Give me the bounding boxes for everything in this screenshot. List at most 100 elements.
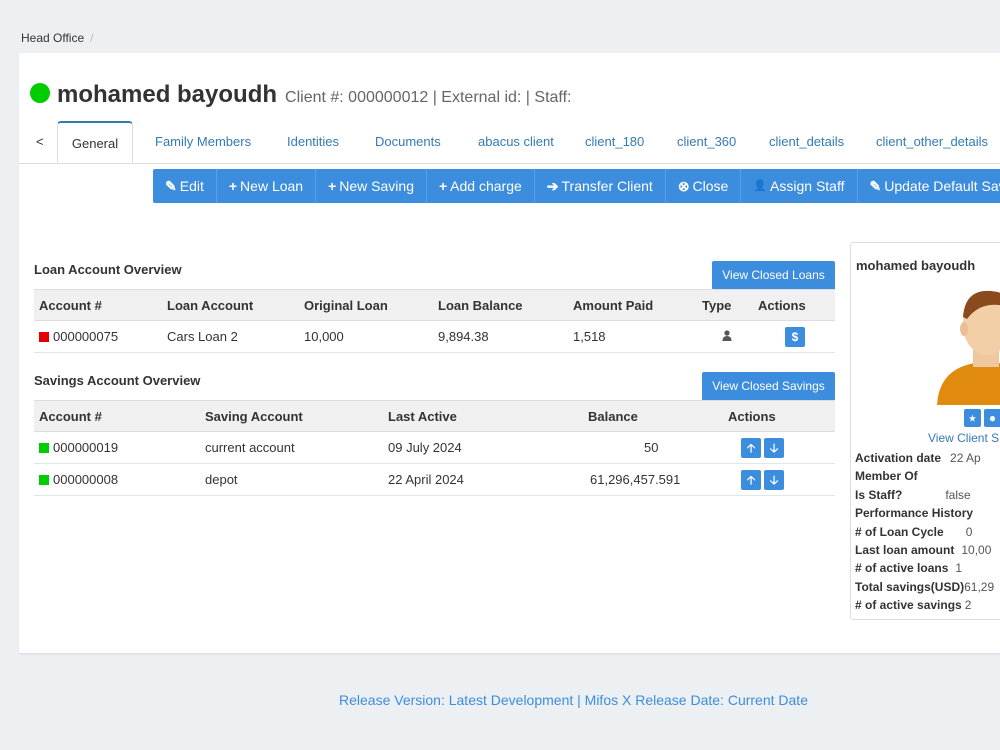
col-account: Account # <box>34 400 205 432</box>
savings-product: depot <box>205 463 388 496</box>
edit-icon: ✎ <box>165 178 177 194</box>
col-saving-account: Saving Account <box>205 400 388 432</box>
col-actions: Actions <box>758 289 835 321</box>
withdraw-button[interactable]: 🡣 <box>764 437 784 458</box>
table-row[interactable]: 000000075 Cars Loan 2 10,000 9,894.38 1,… <box>34 320 835 353</box>
transfer-client-button[interactable]: ➔ Transfer Client <box>535 169 666 203</box>
new-saving-label: New Saving <box>339 178 414 194</box>
add-charge-button[interactable]: + Add charge <box>427 169 535 203</box>
detail-label: Last loan amount <box>855 543 955 557</box>
arrow-up-icon: 🡡 <box>746 472 756 487</box>
new-saving-button[interactable]: + New Saving <box>316 169 427 203</box>
loan-status-square <box>39 332 49 342</box>
plus-icon: + <box>228 178 238 194</box>
edit-label: Edit <box>179 178 204 194</box>
tab-bar: < General Family Members Identities Docu… <box>19 121 1000 164</box>
loan-overview-title: Loan Account Overview <box>34 262 182 277</box>
tab-client-other-details[interactable]: client_other_details <box>876 121 988 163</box>
loan-type-cell <box>702 320 758 353</box>
total-savings-row: Total savings(USD)61,29 <box>855 580 994 594</box>
view-closed-savings-button[interactable]: View Closed Savings <box>702 372 835 401</box>
tab-documents[interactable]: Documents <box>375 121 441 163</box>
tab-client-details[interactable]: client_details <box>769 121 844 163</box>
withdraw-button[interactable]: 🡣 <box>764 469 784 490</box>
tab-abacus-client[interactable]: abacus client <box>478 121 554 163</box>
upload-photo-button[interactable]: ⭑ <box>964 409 981 427</box>
deposit-button[interactable]: 🡡 <box>741 437 761 458</box>
detail-label: Activation date <box>855 451 942 465</box>
savings-balance: 61,296,457.591 <box>588 463 728 496</box>
table-row[interactable]: 000000019 current account 09 July 2024 5… <box>34 431 835 464</box>
detail-value: 61,29 <box>964 580 995 594</box>
avatar-actions: ⭑ ● <box>964 409 1000 427</box>
col-amount-paid: Amount Paid <box>573 289 702 321</box>
update-default-saving-label: Update Default Saving <box>884 178 1000 194</box>
savings-last-active: 09 July 2024 <box>388 431 588 464</box>
detail-label: # of active loans <box>855 561 949 575</box>
col-account: Account # <box>34 289 167 321</box>
side-client-name: mohamed bayoudh <box>856 258 976 273</box>
savings-table-header: Account # Saving Account Last Active Bal… <box>34 400 835 432</box>
detail-label: Member Of <box>855 469 918 483</box>
edit-button[interactable]: ✎ Edit <box>153 169 217 203</box>
new-loan-button[interactable]: + New Loan <box>217 169 317 203</box>
add-charge-label: Add charge <box>450 178 522 194</box>
view-closed-loans-button[interactable]: View Closed Loans <box>712 261 835 290</box>
detail-value: 0 <box>965 525 973 539</box>
arrow-down-icon: 🡣 <box>769 440 779 455</box>
tab-family-members[interactable]: Family Members <box>155 121 251 163</box>
update-default-saving-button[interactable]: ✎Update Default Saving <box>858 169 1000 203</box>
close-label: Close <box>692 178 729 194</box>
savings-account-number: 000000008 <box>53 472 119 487</box>
performance-history-heading: Performance History <box>855 506 973 520</box>
tab-back[interactable]: < <box>36 121 44 163</box>
detail-value: 2 <box>964 598 972 612</box>
capture-photo-button[interactable]: ● <box>984 409 1000 427</box>
detail-value: 22 Ap <box>950 451 981 465</box>
assign-staff-label: Assign Staff <box>770 178 845 194</box>
release-footer: Release Version: Latest Development | Mi… <box>339 692 808 708</box>
avatar <box>937 290 1000 405</box>
savings-product: current account <box>205 431 388 464</box>
arrow-right-icon: ➔ <box>546 178 559 194</box>
tab-client-360[interactable]: client_360 <box>677 121 736 163</box>
detail-label: Is Staff? <box>855 488 903 502</box>
col-type: Type <box>702 289 758 321</box>
assign-staff-button[interactable]: 👤 Assign Staff <box>741 169 858 203</box>
col-last-active: Last Active <box>388 400 588 432</box>
tab-general[interactable]: General <box>57 121 133 163</box>
loan-balance: 9,894.38 <box>438 320 573 353</box>
client-summary-card: mohamed bayoudh ⭑ ● View Client S Activa… <box>850 242 1000 620</box>
detail-label: Total savings(USD) <box>855 580 965 594</box>
new-loan-label: New Loan <box>240 178 304 194</box>
client-panel: mohamed bayoudh Client #: 000000012 | Ex… <box>19 53 1000 654</box>
loan-repayment-button[interactable]: $ <box>785 326 805 347</box>
detail-label: # of Loan Cycle <box>855 525 944 539</box>
plus-icon: + <box>328 178 337 194</box>
tab-client-180[interactable]: client_180 <box>585 121 644 163</box>
col-loan-balance: Loan Balance <box>438 289 573 321</box>
upload-icon: ⭑ <box>969 411 976 425</box>
close-client-button[interactable]: ⊗ Close <box>666 169 742 203</box>
client-actions-toolbar: ✎ Edit + New Loan + New Saving + Add charge … <box>153 169 1000 203</box>
arrow-up-icon: 🡡 <box>746 440 756 455</box>
breadcrumb-office[interactable]: Head Office <box>21 31 84 45</box>
table-row[interactable]: 000000008 depot 22 April 2024 61,296,457… <box>34 463 835 496</box>
loan-account-number: 000000075 <box>53 329 119 344</box>
close-circle-icon: ⊗ <box>677 178 690 194</box>
breadcrumb: Head Office / <box>21 31 94 45</box>
person-icon <box>722 330 732 341</box>
breadcrumb-separator: / <box>90 31 94 45</box>
loan-table: Account # Loan Account Original Loan Loa… <box>34 289 835 353</box>
member-of-row: Member Of <box>855 469 918 483</box>
view-client-signature-link[interactable]: View Client S <box>928 431 999 445</box>
client-status-dot <box>30 83 50 103</box>
tab-identities[interactable]: Identities <box>287 121 339 163</box>
loan-product: Cars Loan 2 <box>167 320 304 353</box>
last-loan-amount-row: Last loan amount 10,00 <box>855 543 991 557</box>
deposit-button[interactable]: 🡡 <box>741 469 761 490</box>
edit-icon: ✎ <box>869 178 882 194</box>
col-actions: Actions <box>728 400 835 432</box>
col-balance: Balance <box>588 400 728 432</box>
loan-cycle-row: # of Loan Cycle 0 <box>855 525 972 539</box>
